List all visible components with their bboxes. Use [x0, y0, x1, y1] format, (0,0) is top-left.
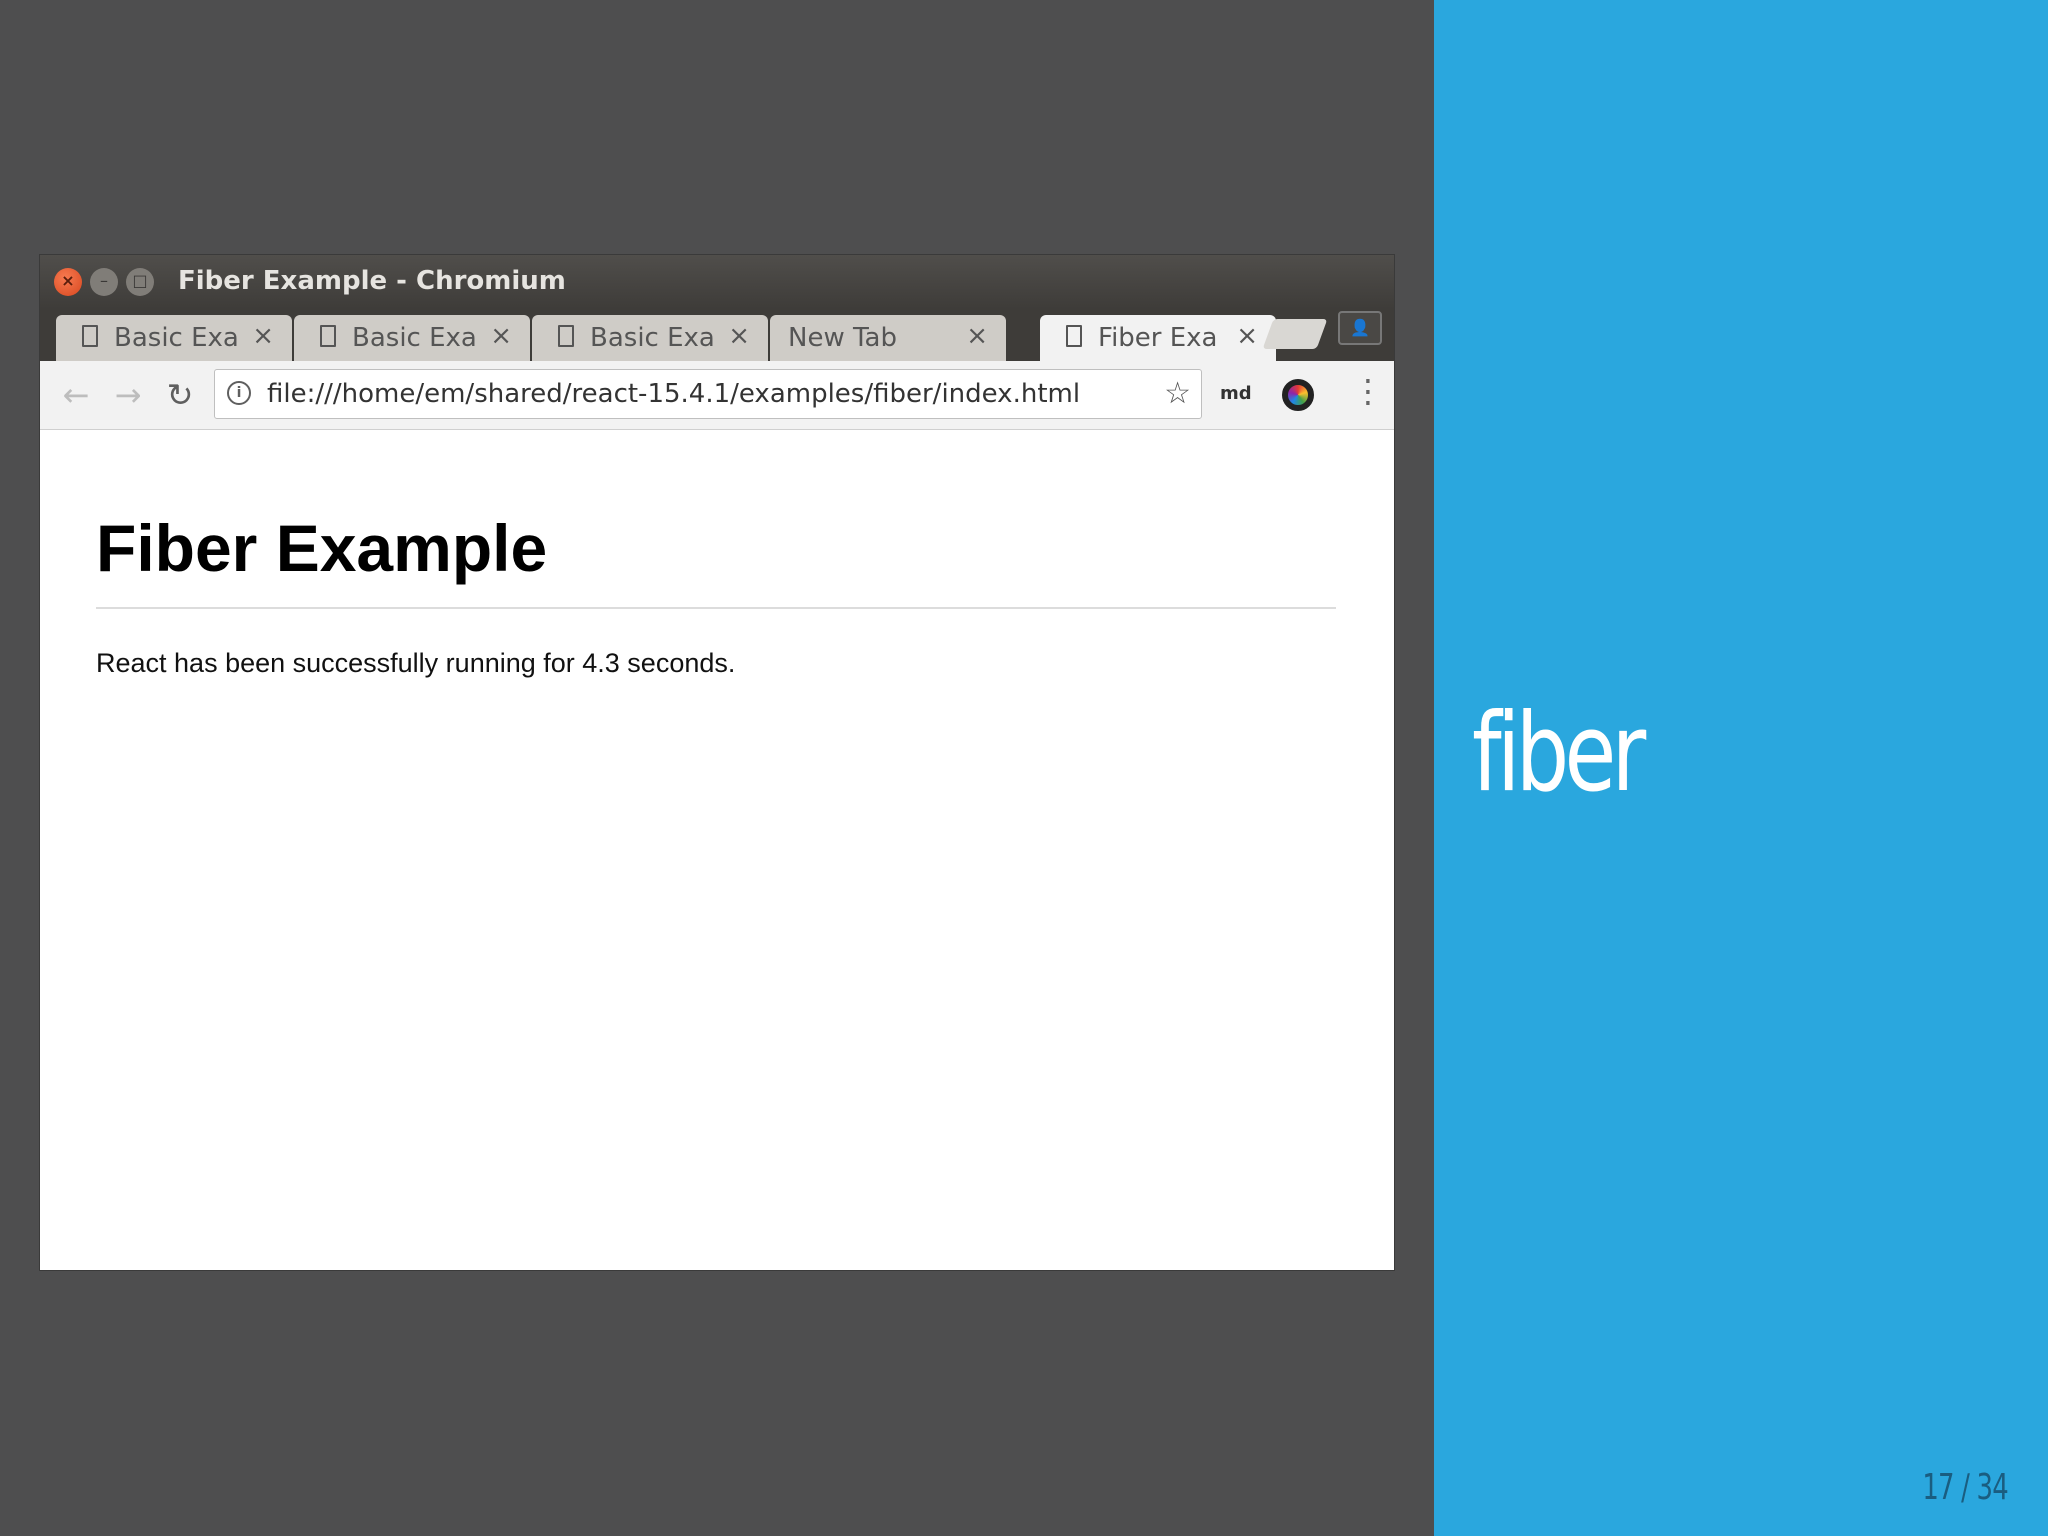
back-arrow-icon[interactable]: ← [56, 375, 96, 415]
tab-strip: Basic Exa × Basic Exa × Basic Exa × New … [40, 309, 1394, 361]
tab-label: Basic Exa [352, 323, 477, 353]
slide-title: fiber [1472, 691, 1646, 816]
tab-label: New Tab [788, 323, 897, 353]
color-picker-extension-icon[interactable] [1282, 379, 1314, 411]
info-icon[interactable]: i [227, 381, 251, 405]
browser-menu-icon[interactable]: ⋮ [1352, 375, 1384, 407]
window-close-button[interactable]: × [54, 268, 82, 296]
tab-close-icon[interactable]: × [728, 321, 750, 351]
browser-toolbar: ← → ↻ i file:///home/em/shared/react-15.… [40, 361, 1394, 430]
window-maximize-button[interactable]: □ [126, 268, 154, 296]
tab-close-icon[interactable]: × [490, 321, 512, 351]
tab-basic-example-2[interactable]: Basic Exa × [294, 315, 530, 361]
tab-basic-example-1[interactable]: Basic Exa × [56, 315, 292, 361]
tab-new-tab[interactable]: New Tab × [770, 315, 1006, 361]
address-url[interactable]: file:///home/em/shared/react-15.4.1/exam… [267, 379, 1080, 409]
browser-window: × – □ Fiber Example - Chromium Basic Exa… [40, 255, 1394, 1270]
reload-icon[interactable]: ↻ [160, 375, 200, 415]
tab-close-icon[interactable]: × [966, 321, 988, 351]
tab-label: Basic Exa [590, 323, 715, 353]
forward-arrow-icon[interactable]: → [108, 375, 148, 415]
tab-basic-example-3[interactable]: Basic Exa × [532, 315, 768, 361]
new-tab-button[interactable] [1262, 319, 1328, 349]
page-heading: Fiber Example [96, 511, 548, 585]
page-icon [1066, 325, 1082, 347]
tab-fiber-example[interactable]: Fiber Exa × [1040, 315, 1276, 361]
page-icon [558, 325, 574, 347]
page-icon [82, 325, 98, 347]
profile-icon[interactable]: 👤 [1338, 311, 1382, 345]
window-minimize-button[interactable]: – [90, 268, 118, 296]
tab-label: Basic Exa [114, 323, 239, 353]
tab-close-icon[interactable]: × [1236, 321, 1258, 351]
heading-divider [96, 607, 1336, 609]
slide-counter: 17 / 34 [1922, 1467, 2008, 1508]
page-content: Fiber Example React has been successfull… [40, 430, 1394, 1270]
markdown-extension-icon[interactable]: md [1220, 383, 1252, 404]
address-bar[interactable]: i file:///home/em/shared/react-15.4.1/ex… [214, 369, 1202, 419]
bookmark-star-icon[interactable]: ☆ [1164, 376, 1191, 411]
window-titlebar: × – □ Fiber Example - Chromium [40, 255, 1394, 309]
window-title: Fiber Example - Chromium [178, 266, 566, 296]
tab-close-icon[interactable]: × [252, 321, 274, 351]
page-icon [320, 325, 336, 347]
tab-label: Fiber Exa [1098, 323, 1218, 353]
running-message: React has been successfully running for … [96, 648, 736, 678]
